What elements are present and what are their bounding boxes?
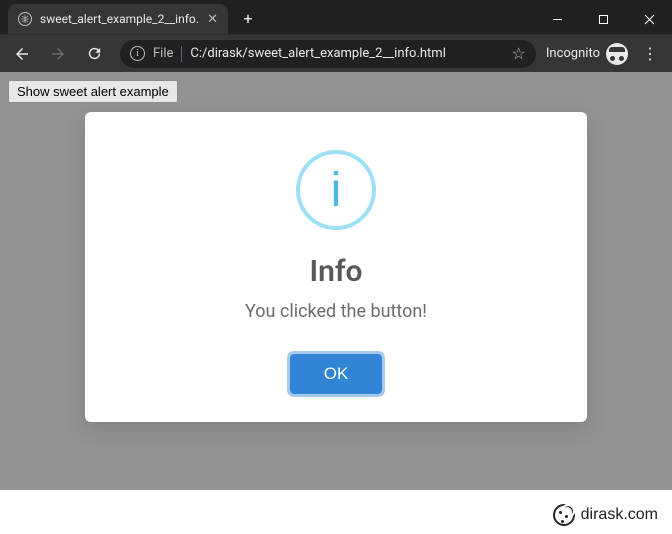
close-tab-icon[interactable]: ✕ — [207, 13, 218, 26]
reload-button[interactable] — [78, 38, 110, 70]
url-scheme: File — [153, 46, 173, 61]
tab-title: sweet_alert_example_2__info.htm — [40, 12, 199, 26]
url-text: C:/dirask/sweet_alert_example_2__info.ht… — [190, 46, 503, 61]
maximize-button[interactable] — [580, 4, 626, 34]
incognito-label: Incognito — [546, 46, 600, 61]
info-icon: i — [296, 150, 376, 230]
site-info-icon[interactable]: i — [130, 46, 145, 61]
brand-watermark: dirask.com — [553, 504, 658, 526]
browser-tab[interactable]: sweet_alert_example_2__info.htm ✕ — [8, 4, 228, 34]
show-alert-button[interactable]: Show sweet alert example — [8, 80, 178, 103]
modal-message: You clicked the button! — [245, 301, 427, 322]
toolbar-right: Incognito ⋮ — [546, 38, 666, 70]
back-button[interactable] — [6, 38, 38, 70]
bookmark-star-icon[interactable]: ☆ — [512, 44, 526, 63]
separator — [181, 46, 182, 62]
modal-title: Info — [309, 254, 362, 289]
browser-toolbar: i File C:/dirask/sweet_alert_example_2__… — [0, 34, 672, 72]
browser-menu-button[interactable]: ⋮ — [634, 38, 666, 70]
close-window-button[interactable] — [626, 4, 672, 34]
modal-overlay[interactable]: Show sweet alert example i Info You clic… — [0, 72, 672, 490]
ok-button[interactable]: OK — [290, 354, 383, 394]
page-viewport: Show sweet alert example i Info You clic… — [0, 72, 672, 490]
titlebar: sweet_alert_example_2__info.htm ✕ + — [0, 0, 672, 34]
address-bar[interactable]: i File C:/dirask/sweet_alert_example_2__… — [120, 40, 536, 68]
brand-name: dirask.com — [581, 506, 658, 524]
new-tab-button[interactable]: + — [234, 4, 262, 32]
incognito-icon — [606, 43, 628, 65]
forward-button[interactable] — [42, 38, 74, 70]
sweet-alert-modal: i Info You clicked the button! OK — [85, 112, 587, 422]
incognito-indicator[interactable]: Incognito — [546, 43, 628, 65]
window-controls — [534, 4, 672, 34]
browser-window: sweet_alert_example_2__info.htm ✕ + — [0, 0, 672, 490]
tabs-row: sweet_alert_example_2__info.htm ✕ + — [0, 0, 262, 34]
info-icon-letter: i — [331, 163, 342, 218]
cookie-icon — [553, 504, 575, 526]
minimize-button[interactable] — [534, 4, 580, 34]
page-content: Show sweet alert example i Info You clic… — [0, 72, 672, 490]
globe-icon — [18, 12, 32, 26]
